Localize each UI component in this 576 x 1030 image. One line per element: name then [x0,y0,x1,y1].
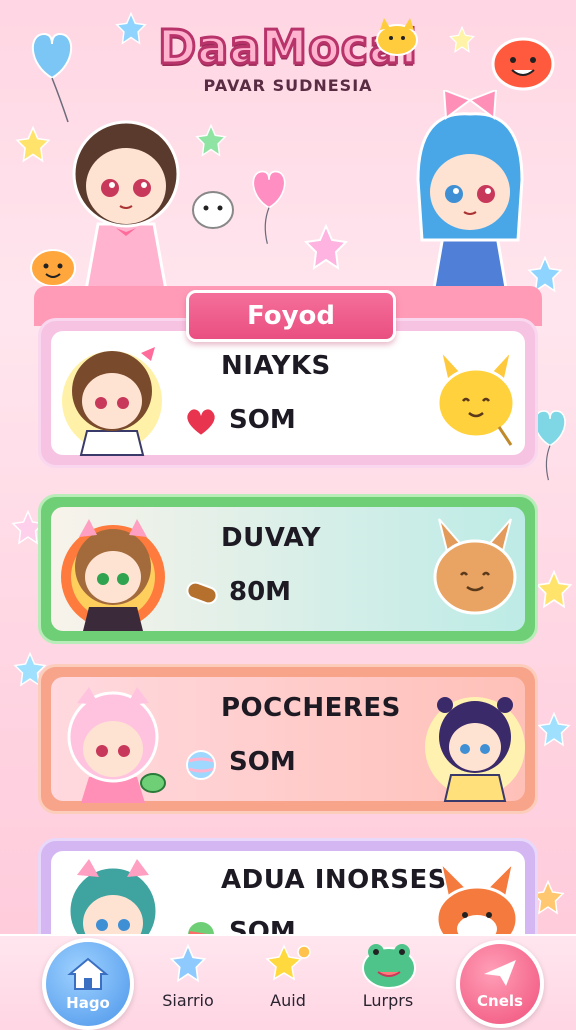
bread-icon [186,581,218,605]
nav-label: Lurprs [362,991,414,1010]
heart-icon [185,407,217,437]
frog-icon [362,944,416,989]
candy-icon [186,750,216,780]
avatar [62,347,162,456]
star-icon [169,944,207,983]
nav-label: Siarrio [162,991,214,1010]
decor-star-10 [537,712,571,747]
nav-create-button[interactable]: Cnels [456,940,544,1028]
decor-star-8 [535,570,573,609]
entry-amount: 80M [229,577,292,607]
decor-star-3 [15,126,51,163]
avatar [67,687,166,803]
entry-name: POCCHERES [221,693,401,723]
list-item[interactable]: POCCHERES SOM [38,664,538,814]
nav-item[interactable]: Siarrio [138,936,238,1026]
mascot-yellow-cat-icon [376,18,418,56]
entry-amount: SOM [229,747,296,777]
send-icon [484,960,516,986]
nav-item[interactable]: Auid [238,936,338,1026]
stars-icon [265,944,311,981]
decor-star-4 [195,124,227,157]
chibi-boy-icon [425,697,525,802]
list-item[interactable]: DUVAY 80M [38,494,538,644]
balloon-pink [252,170,286,244]
nav-label: Cnels [477,992,523,1010]
decor-star-5 [303,224,349,271]
nav-label: Auid [270,991,306,1010]
yellow-bunny-icon [436,347,516,446]
bottom-nav: Hago Siarrio Auid Lurprs Cnels [0,934,576,1030]
avatar [61,519,165,631]
nav-label: Hago [66,994,110,1012]
home-icon [67,957,109,990]
nav-item[interactable]: Lurprs [338,936,438,1026]
character-blue-hair-girl [416,90,524,303]
entry-name: ADUA INORSES [221,865,447,895]
brown-bunny-icon [433,518,517,615]
mascot-orange-face-icon [491,37,555,91]
mascot-white-ghost-icon [192,191,234,229]
entry-name: NIAYKS [221,351,331,381]
nav-home-button[interactable]: Hago [42,938,134,1030]
panel-tab[interactable]: Foyod [186,290,396,342]
entry-name: DUVAY [221,523,322,553]
entry-amount: SOM [229,405,296,435]
mascot-orange-cat-icon [30,249,76,287]
